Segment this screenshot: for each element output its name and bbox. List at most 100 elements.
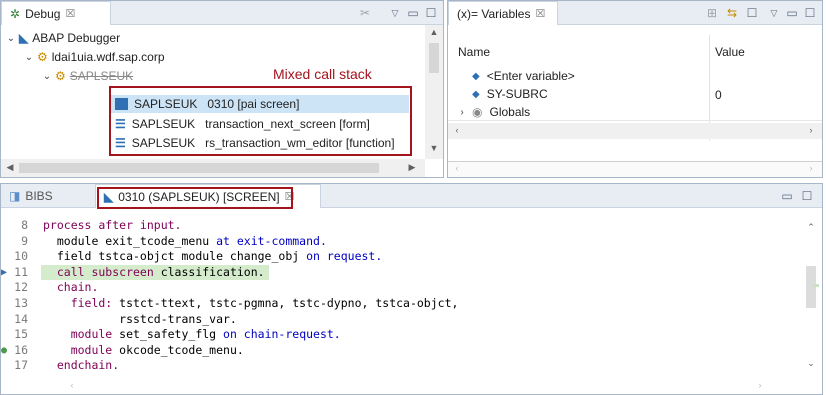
editor-horizontal-scrollbar[interactable]: ‹ › <box>1 380 801 394</box>
details-pane: ‹ › <box>448 161 822 177</box>
line-number: 17 <box>14 358 28 373</box>
scroll-thumb[interactable] <box>19 163 379 173</box>
code-token: process after input. <box>43 218 182 232</box>
code-text: process after input. <box>43 218 181 233</box>
code-line[interactable]: 14 rsstcd-trans_var. <box>1 312 801 327</box>
code-line[interactable]: 15 module set_safety_flg on chain-reques… <box>1 327 801 342</box>
minimize-icon[interactable]: ▭ <box>784 5 800 21</box>
code-text: call subscreen classification. <box>41 264 269 280</box>
view-menu-icon[interactable]: ▽ <box>387 5 403 21</box>
scroll-left-icon[interactable]: ‹ <box>65 380 79 390</box>
code-line[interactable]: 13 field: tstct-ttext, tstc-pgmna, tstc-… <box>1 296 801 311</box>
scroll-left-icon[interactable]: ‹ <box>450 163 464 173</box>
code-token: on chain-request. <box>223 327 341 342</box>
overview-ruler-mark <box>813 284 819 287</box>
tree-node-abap-debugger[interactable]: ⌄ ◣ ABAP Debugger <box>5 29 120 47</box>
scroll-right-icon[interactable]: ▶ <box>405 162 419 173</box>
variable-row[interactable]: ◆ <Enter variable> <box>472 67 575 85</box>
maximize-icon[interactable]: ☐ <box>423 5 439 21</box>
tab-variables[interactable]: (x)= Variables ☒ <box>448 1 558 25</box>
chevron-right-icon[interactable]: › <box>456 107 468 118</box>
code-line[interactable]: 17 endchain. <box>1 358 801 373</box>
maximize-icon[interactable]: ☐ <box>799 188 815 204</box>
chevron-down-icon[interactable]: ⌄ <box>5 33 17 44</box>
variable-row[interactable]: › ◉ Globals <box>456 103 530 121</box>
code-line[interactable]: 8 process after input. <box>1 218 801 233</box>
remove-terminated-icon[interactable]: ✂ <box>357 5 373 21</box>
editor-vertical-scrollbar[interactable]: ⌃ ⌄ <box>801 214 821 378</box>
code-text: field tstca-objct module change_obj on r… <box>43 249 382 264</box>
scroll-right-icon[interactable]: › <box>804 125 818 135</box>
line-number: 9 <box>21 233 28 248</box>
scroll-right-icon[interactable]: › <box>804 163 818 173</box>
line-number: 12 <box>14 280 28 295</box>
variable-name: Globals <box>489 105 531 119</box>
scroll-left-icon[interactable]: ‹ <box>450 125 464 135</box>
chevron-down-icon[interactable]: ⌄ <box>23 52 35 63</box>
close-icon[interactable]: ☒ <box>65 7 75 20</box>
code-token: on request. <box>306 249 383 264</box>
code-line[interactable]: 12 chain. <box>1 280 801 295</box>
column-header-value[interactable]: Value <box>715 45 745 59</box>
code-text: module exit_tcode_menu at exit-command. <box>43 234 327 249</box>
variable-row[interactable]: ◆ SY-SUBRC <box>472 85 548 103</box>
variables-horizontal-scrollbar[interactable]: ‹ › <box>448 123 822 139</box>
globals-icon: ◉ <box>472 105 483 119</box>
show-type-names-icon[interactable]: ⊞ <box>704 5 720 21</box>
minimize-icon[interactable]: ▭ <box>779 188 795 204</box>
annotation-label: Mixed call stack <box>269 66 376 82</box>
code-text: module okcode_tcode_menu. <box>43 343 244 358</box>
minimize-icon[interactable]: ▭ <box>405 5 421 21</box>
code-line[interactable]: 10 field tstca-objct module change_obj o… <box>1 249 801 264</box>
collapse-all-icon[interactable]: ⇆ <box>724 5 740 21</box>
code-token: call subscreen <box>43 264 161 279</box>
scroll-right-icon[interactable]: › <box>753 380 767 390</box>
variable-value: 0 <box>715 88 722 102</box>
code-area[interactable]: 8 process after input. 9 module exit_tcode… <box>1 214 801 380</box>
tree-node-host[interactable]: ⌄ ⚙ ldai1uia.wdf.sap.corp <box>23 48 165 66</box>
row-divider <box>448 120 822 121</box>
code-text: rsstcd-trans_var. <box>43 312 237 327</box>
line-number: 10 <box>14 249 28 264</box>
line-number: 13 <box>14 296 28 310</box>
code-token: classification. <box>160 264 265 279</box>
code-line[interactable]: ● 16 module okcode_tcode_menu. <box>1 343 801 358</box>
line-number: 11 <box>14 264 28 279</box>
tab-bibs[interactable]: ◨ BIBS <box>1 184 77 208</box>
debug-horizontal-scrollbar[interactable]: ◀ ▶ <box>1 159 425 177</box>
code-line[interactable]: ▶ 11 call subscreen classification. <box>1 264 801 280</box>
tab-debug[interactable]: ✲ Debug ☒ <box>1 1 111 25</box>
code-token: set_safety_flg <box>119 327 224 342</box>
code-text: module set_safety_flg on chain-request. <box>43 327 341 342</box>
tab-debug-label: Debug <box>25 6 61 21</box>
bug-icon: ✲ <box>10 6 21 21</box>
bibs-icon: ◨ <box>9 189 21 203</box>
scroll-left-icon[interactable]: ◀ <box>3 162 17 173</box>
code-token: field: <box>43 296 120 310</box>
tab-variables-label: (x)= Variables <box>457 6 531 21</box>
code-token: endchain. <box>43 358 120 373</box>
call-stack-highlight-box <box>109 86 412 156</box>
view-menu-icon[interactable]: ▽ <box>766 5 782 21</box>
variable-icon: ◆ <box>472 88 480 100</box>
scroll-up-icon[interactable]: ⌃ <box>804 222 818 233</box>
code-text: field: tstct-ttext, tstc-pgmna, tstc-dyp… <box>43 296 459 311</box>
code-token: module <box>43 342 120 357</box>
debug-vertical-scrollbar[interactable]: ▲ ▼ <box>425 25 443 159</box>
scroll-down-icon[interactable]: ⌄ <box>804 358 818 369</box>
variable-name: <Enter variable> <box>486 69 575 83</box>
scroll-thumb[interactable] <box>806 266 816 308</box>
line-number: 15 <box>14 327 28 342</box>
scroll-thumb[interactable] <box>429 43 439 73</box>
variables-table: Name Value ◆ <Enter variable> ◆ SY-SUBRC… <box>448 25 822 159</box>
column-header-name[interactable]: Name <box>458 45 490 59</box>
maximize-icon[interactable]: ☐ <box>802 5 818 21</box>
chevron-down-icon[interactable]: ⌄ <box>41 71 53 82</box>
variables-tabbar: (x)= Variables ☒ ⊞ ⇆ ☐ ▽ ▭ ☐ <box>448 1 822 25</box>
code-line[interactable]: 9 module exit_tcode_menu at exit-command… <box>1 234 801 249</box>
close-icon[interactable]: ☒ <box>535 7 545 20</box>
layout-icon[interactable]: ☐ <box>744 5 760 21</box>
tree-node-session[interactable]: ⌄ ⚙ SAPLSEUK <box>41 67 133 85</box>
scroll-up-icon[interactable]: ▲ <box>427 27 441 37</box>
scroll-down-icon[interactable]: ▼ <box>427 143 441 153</box>
